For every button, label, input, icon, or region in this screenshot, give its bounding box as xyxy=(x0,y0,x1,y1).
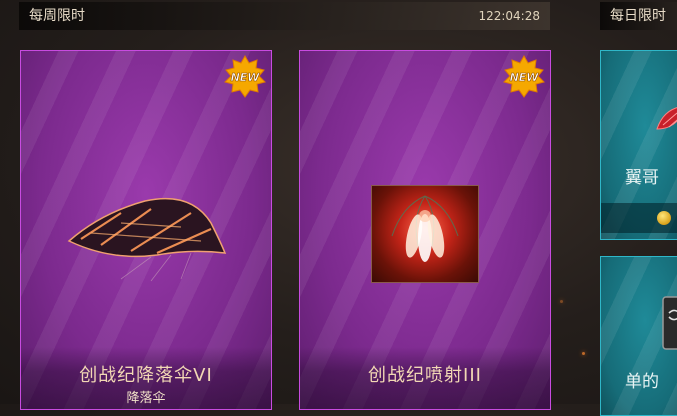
weekly-section-header: 每周限时 122:04:28 xyxy=(19,2,550,30)
item-category: 降落伞 xyxy=(126,391,166,406)
new-badge-label: NEW xyxy=(231,71,261,84)
jet-trail-icon xyxy=(391,195,459,262)
new-badge-icon: NEW xyxy=(503,55,545,98)
item-name: 创战纪降落伞VI xyxy=(79,365,213,386)
new-badge-label: NEW xyxy=(510,71,540,84)
weekly-countdown-timer: 122:04:28 xyxy=(478,9,540,23)
daily-section-header: 每日限时 xyxy=(600,2,677,30)
weekly-section-title: 每周限时 xyxy=(29,8,85,24)
item-name: 创战纪喷射III xyxy=(368,365,482,386)
new-badge-icon: NEW xyxy=(224,55,266,98)
daily-item-name: 单的 xyxy=(625,372,659,392)
shop-item-card[interactable]: NEW 创战纪降落伞VI 降落伞 xyxy=(20,50,272,410)
ember-particle xyxy=(582,352,585,355)
jet-trail-thumbnail xyxy=(371,185,479,283)
wings-icon xyxy=(656,107,677,130)
daily-item-name: 翼哥 xyxy=(625,168,659,188)
daily-item-card[interactable]: 单的 xyxy=(600,256,677,416)
ember-particle xyxy=(560,300,563,303)
daily-item-card[interactable]: 翼哥 xyxy=(600,50,677,240)
parachute-icon xyxy=(67,197,227,282)
daily-section-title: 每日限时 xyxy=(610,8,666,24)
loot-box-icon xyxy=(662,296,677,350)
daily-price-bar xyxy=(601,203,677,233)
shop-item-card[interactable]: NEW 创战纪喷射III xyxy=(299,50,551,410)
coin-icon xyxy=(657,211,671,225)
